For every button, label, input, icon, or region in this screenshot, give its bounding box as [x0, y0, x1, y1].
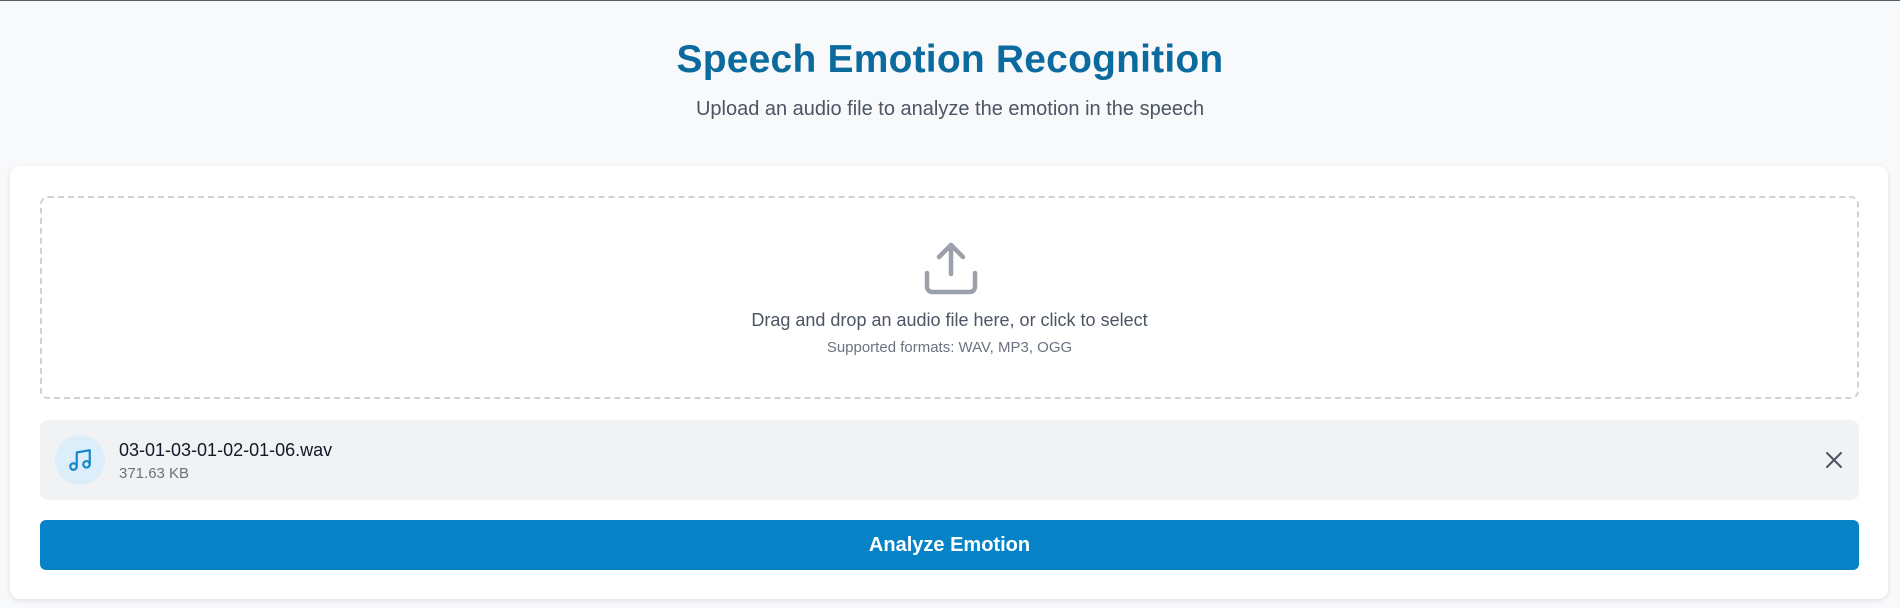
file-icon-badge [55, 435, 105, 485]
selected-file: 03-01-03-01-02-01-06.wav 371.63 KB [40, 420, 1859, 500]
page-subtitle: Upload an audio file to analyze the emot… [695, 98, 1205, 120]
analyze-emotion-button[interactable]: Analyze Emotion [40, 520, 1859, 570]
upload-card: Drag and drop an audio file here, or cli… [10, 166, 1888, 599]
supported-formats: Supported formats: WAV, MP3, OGG [826, 339, 1073, 356]
audio-dropzone[interactable]: Drag and drop an audio file here, or cli… [40, 196, 1859, 399]
close-icon [1826, 452, 1842, 468]
page-header: Speech Emotion Recognition Upload an aud… [0, 0, 1900, 160]
remove-file-button[interactable] [1822, 448, 1846, 472]
page-title: Speech Emotion Recognition [676, 38, 1224, 81]
dropzone-instructions: Drag and drop an audio file here, or cli… [751, 310, 1148, 330]
music-note-icon [69, 449, 91, 471]
file-size: 371.63 KB [119, 465, 190, 482]
upload-icon [923, 240, 979, 296]
file-name: 03-01-03-01-02-01-06.wav [119, 440, 333, 460]
